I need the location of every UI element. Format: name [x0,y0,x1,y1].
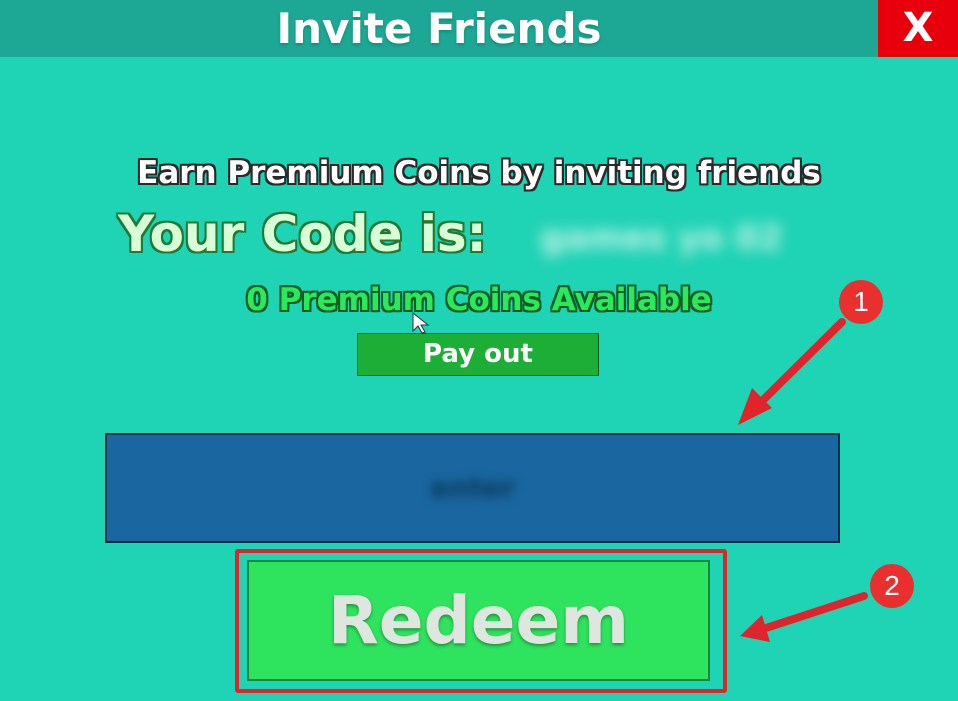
arrow-2-icon [740,592,868,642]
your-code-label: Your Code is: [118,205,487,263]
redeem-button[interactable]: Redeem [247,560,710,681]
redeem-code-input-value: enter [429,471,516,504]
step-1-badge: 1 [839,280,883,324]
premium-coins-available: 0 Premium Coins Available [246,282,712,318]
step-2-badge: 2 [870,564,914,608]
arrow-1-icon [738,318,846,425]
title-bar: Invite Friends X [0,0,958,57]
earn-instructions: Earn Premium Coins by inviting friends [137,155,821,191]
window-title: Invite Friends [276,4,602,53]
redeem-code-input[interactable]: enter [105,433,840,543]
mouse-cursor-icon [412,312,430,334]
close-button[interactable]: X [878,0,958,57]
pay-out-button[interactable]: Pay out [357,333,599,376]
your-code-value: games yo 02 [540,218,783,258]
